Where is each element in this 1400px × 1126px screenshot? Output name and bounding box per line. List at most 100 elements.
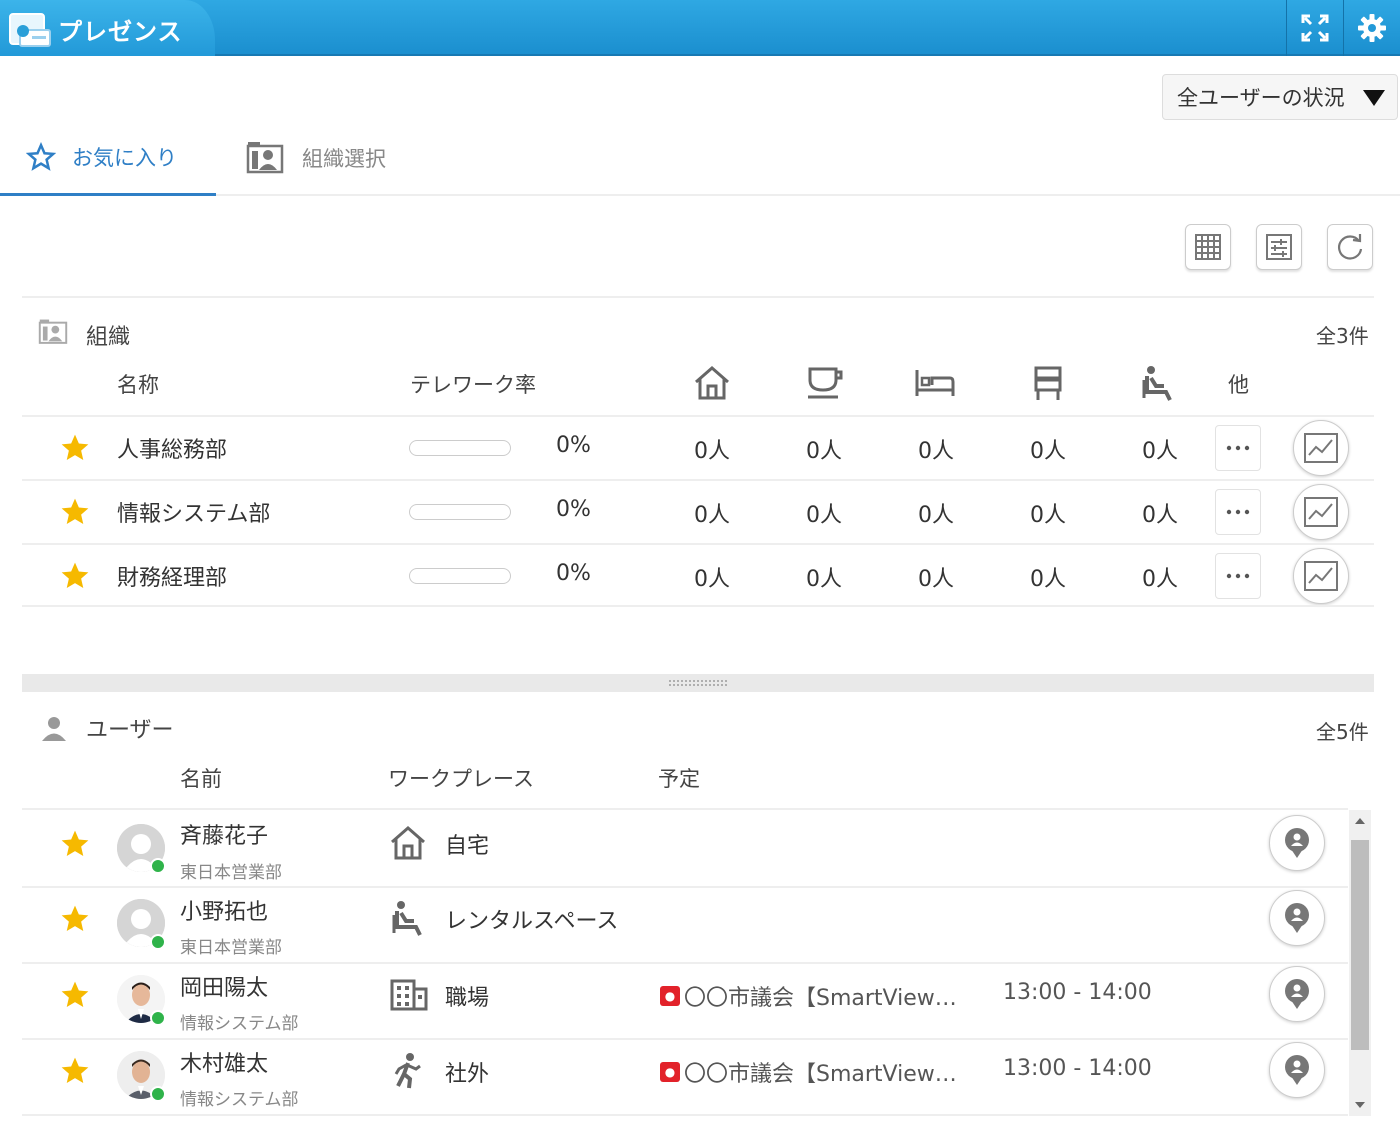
favorite-star-icon[interactable] xyxy=(59,828,91,860)
status-filter-dropdown[interactable]: 全ユーザーの状況 xyxy=(1162,74,1398,120)
favorite-star-icon[interactable] xyxy=(59,496,91,528)
gear-icon xyxy=(1357,14,1386,42)
org-section-title: 組織 xyxy=(86,325,131,350)
org-name[interactable]: 人事総務部 xyxy=(117,432,227,464)
trend-chart-button[interactable] xyxy=(1293,484,1349,540)
rental-space-count: 0人 xyxy=(1142,439,1178,464)
splitter-grip[interactable] xyxy=(668,679,728,687)
user-name[interactable]: 岡田陽太 xyxy=(180,970,268,1002)
status-filter-label: 全ユーザーの状況 xyxy=(1177,86,1345,110)
sliders-icon xyxy=(1266,234,1292,260)
tab-bar: お気に入り 組織選択 xyxy=(0,120,1400,196)
rental-space-icon xyxy=(392,901,422,936)
favorite-star-icon[interactable] xyxy=(59,979,91,1011)
schedule-badge-icon: ● xyxy=(660,1062,680,1082)
rental-space-count: 0人 xyxy=(1142,503,1178,528)
workplace-label: 自宅 xyxy=(445,834,490,859)
workplace-label: レンタルスペース xyxy=(445,909,619,934)
filter-settings-button[interactable] xyxy=(1256,224,1302,270)
chat-bubble-icon xyxy=(1285,903,1309,933)
tab-organization-label: 組織選択 xyxy=(302,147,386,171)
online-status-indicator xyxy=(150,1010,166,1026)
rental-space-icon xyxy=(1142,366,1172,401)
schedule-time: 13:00 - 14:00 xyxy=(1003,980,1152,1005)
schedule-badge-icon: ● xyxy=(660,986,680,1006)
user-dept: 東日本営業部 xyxy=(180,938,282,958)
user-dept: 東日本営業部 xyxy=(180,863,282,883)
title-bar: プレゼンス xyxy=(0,0,1400,56)
user-col-name: 名前 xyxy=(180,767,222,791)
more-button[interactable] xyxy=(1215,489,1261,535)
rental-space-count: 0人 xyxy=(1142,567,1178,592)
divider xyxy=(22,962,1348,964)
line-chart-icon xyxy=(1304,561,1338,591)
online-status-indicator xyxy=(150,1086,166,1102)
office-building-icon xyxy=(390,979,428,1011)
ellipsis-icon xyxy=(1226,573,1250,579)
message-button[interactable] xyxy=(1269,1042,1325,1098)
org-count: 全3件 xyxy=(1316,324,1369,348)
grid-view-button[interactable] xyxy=(1185,224,1231,270)
walking-icon xyxy=(394,1053,421,1089)
org-col-telework-rate: テレワーク率 xyxy=(410,373,536,397)
scroll-down-arrow-icon[interactable] xyxy=(1355,1102,1365,1108)
satellite-office-icon xyxy=(1034,366,1062,400)
telework-rate: 0% xyxy=(556,433,591,458)
hotel-icon xyxy=(915,370,955,396)
favorite-star-icon[interactable] xyxy=(59,432,91,464)
line-chart-icon xyxy=(1304,497,1338,527)
telework-rate-bar xyxy=(409,568,511,584)
telework-rate-bar xyxy=(409,440,511,456)
telework-rate: 0% xyxy=(556,497,591,522)
more-button[interactable] xyxy=(1215,425,1261,471)
scroll-thumb[interactable] xyxy=(1351,840,1369,1050)
user-col-workplace: ワークプレース xyxy=(388,767,534,791)
chat-bubble-icon xyxy=(1285,828,1309,858)
presence-app-icon xyxy=(9,13,51,47)
refresh-button[interactable] xyxy=(1327,224,1373,270)
user-section-title: ユーザー xyxy=(86,718,174,743)
workplace-label: 職場 xyxy=(445,986,490,1011)
user-name[interactable]: 斉藤花子 xyxy=(180,818,268,850)
fullscreen-button[interactable] xyxy=(1286,0,1342,56)
pane-splitter[interactable] xyxy=(22,674,1374,692)
message-button[interactable] xyxy=(1269,815,1325,871)
message-button[interactable] xyxy=(1269,890,1325,946)
user-name[interactable]: 小野拓也 xyxy=(180,894,268,926)
hotel-count: 0人 xyxy=(918,503,954,528)
tab-favorites[interactable]: お気に入り xyxy=(0,120,216,196)
favorite-star-icon[interactable] xyxy=(59,1055,91,1087)
schedule-title[interactable]: 〇〇市議会【SmartView… xyxy=(684,1056,957,1088)
home-icon xyxy=(391,826,425,860)
user-name[interactable]: 木村雄太 xyxy=(180,1046,268,1078)
user-list-scrollbar[interactable] xyxy=(1349,810,1371,1116)
org-name[interactable]: 情報システム部 xyxy=(117,496,270,528)
message-button[interactable] xyxy=(1269,966,1325,1022)
line-chart-icon xyxy=(1304,433,1338,463)
settings-button[interactable] xyxy=(1343,0,1399,56)
user-dept: 情報システム部 xyxy=(180,1090,299,1110)
cafe-count: 0人 xyxy=(806,439,842,464)
favorite-star-icon[interactable] xyxy=(59,560,91,592)
trend-chart-button[interactable] xyxy=(1293,548,1349,604)
scroll-up-arrow-icon[interactable] xyxy=(1355,818,1365,824)
home-count: 0人 xyxy=(694,439,730,464)
favorite-star-icon[interactable] xyxy=(59,903,91,935)
organization-icon xyxy=(246,142,284,174)
telework-rate-bar xyxy=(409,504,511,520)
org-name[interactable]: 財務経理部 xyxy=(117,560,227,592)
divider xyxy=(22,886,1348,888)
ellipsis-icon xyxy=(1226,445,1250,451)
satellite-office-count: 0人 xyxy=(1030,567,1066,592)
divider xyxy=(22,808,1348,810)
trend-chart-button[interactable] xyxy=(1293,420,1349,476)
divider xyxy=(22,479,1374,481)
chat-bubble-icon xyxy=(1285,1055,1309,1085)
tab-organization[interactable]: 組織選択 xyxy=(246,120,426,196)
star-outline-icon xyxy=(26,141,56,171)
telework-rate: 0% xyxy=(556,561,591,586)
divider xyxy=(22,543,1374,545)
more-button[interactable] xyxy=(1215,553,1261,599)
schedule-title[interactable]: 〇〇市議会【SmartView… xyxy=(684,980,957,1012)
hotel-count: 0人 xyxy=(918,439,954,464)
